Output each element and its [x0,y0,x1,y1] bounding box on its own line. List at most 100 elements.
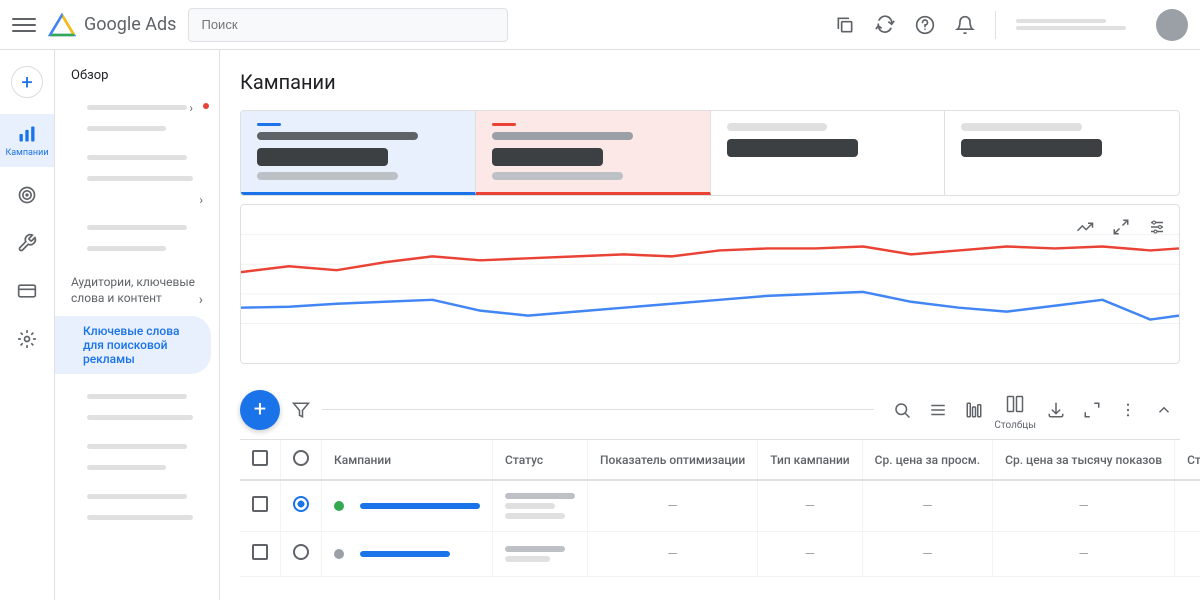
nav-divider [995,11,996,39]
chart-toolbar [1071,213,1171,241]
sidebar-item-campaigns[interactable]: Кампании [0,114,54,167]
logo-text: Google Ads [84,14,176,35]
row2-cpm-thousand-dash: — [1079,547,1089,562]
add-button[interactable]: + [240,390,280,430]
row1-status-dot [334,501,344,511]
metric-indicator-2 [492,123,516,126]
filter-icon[interactable] [292,401,310,419]
help-icon[interactable] [915,15,935,35]
metric-indicator-1 [257,123,281,126]
metric-sub-1 [257,172,398,180]
goals-icon [15,183,39,207]
row1-radio[interactable] [293,496,309,512]
bar-chart-action-button[interactable] [958,394,990,426]
chart-settings-icon[interactable] [1143,213,1171,241]
th-checkbox [240,440,281,480]
collapse-button[interactable] [1148,394,1180,426]
user-avatar[interactable] [1156,9,1188,41]
header-radio[interactable] [293,450,309,466]
logo-area: Google Ads [48,11,176,39]
row2-status-dot [334,549,344,559]
sidebar: + Кампании [0,50,55,600]
sidebar-item-settings[interactable] [0,319,54,359]
th-cpm-view[interactable]: Ср. цена за просм. [862,440,992,480]
metric-card-1[interactable] [241,111,476,195]
copy-icon[interactable] [835,15,855,35]
search-action-button[interactable] [886,394,918,426]
row1-status-cell [493,480,588,532]
metric-card-4[interactable] [945,111,1179,195]
row1-type-dash: — [805,499,815,514]
chart-expand-icon[interactable] [1107,213,1135,241]
nav-sub-item-search-keywords[interactable]: Ключевые слова для поисковой рекламы [55,316,211,374]
row1-cost-cell: — [1175,480,1200,532]
row1-status-lines [505,493,575,519]
row1-cpm-view-cell: — [862,480,992,532]
metric-label-1 [257,132,418,140]
metric-card-3[interactable] [711,111,946,195]
left-navigation: Обзор › › Аудитории, ключевые слова и ко… [55,50,220,600]
metric-value-3 [727,139,858,157]
table-section: + Столбцы [240,380,1180,577]
campaigns-label: Кампании [5,148,48,159]
nav-item-audiences-label: Аудитории, ключевые слова и контент [71,275,203,306]
th-status[interactable]: Статус [493,440,588,480]
row2-cost-cell: — [1175,532,1200,577]
th-campaign[interactable]: Кампании [322,440,493,480]
sidebar-item-add[interactable]: + [0,58,54,106]
main-content: Кампании [220,50,1200,600]
row2-radio-cell [281,532,322,577]
search-input[interactable] [188,8,508,42]
notification-icon[interactable] [955,15,975,35]
metric-value-1 [257,148,388,166]
sidebar-item-goals[interactable] [0,175,54,215]
row2-status-lines [505,546,575,562]
refresh-icon[interactable] [875,15,895,35]
columns-action-wrapper[interactable]: Столбцы [994,388,1036,431]
fullscreen-action-button[interactable] [1076,394,1108,426]
row1-type-cell: — [758,480,862,532]
metric-value-2 [492,148,603,166]
th-cpm-thousand[interactable]: Ср. цена за тысячу показов [993,440,1175,480]
header-checkbox[interactable] [252,450,268,466]
sidebar-item-tools[interactable] [0,223,54,263]
row2-optimization-dash: — [668,547,678,562]
google-ads-logo-icon [48,11,76,39]
row2-cpm-view-dash: — [922,547,932,562]
account-selector[interactable] [1016,19,1136,30]
more-action-button[interactable] [1112,394,1144,426]
search-bar[interactable] [188,8,508,42]
campaigns-icon [15,122,39,146]
hamburger-menu[interactable] [12,13,36,37]
row1-optimization-dash: — [668,499,678,514]
th-cost[interactable]: Стоимость [1175,440,1200,480]
nav-overview[interactable]: Обзор [55,58,219,93]
tools-icon [15,231,39,255]
align-action-button[interactable] [922,394,954,426]
row2-status-cell [493,532,588,577]
row1-checkbox-cell [240,480,281,532]
row2-type-dash: — [805,547,815,562]
row2-optimization-cell: — [588,532,758,577]
metric-sub-2 [492,172,623,180]
th-type[interactable]: Тип кампании [758,440,862,480]
settings-icon [15,327,39,351]
metric-card-2[interactable] [476,111,711,195]
row2-cpm-thousand-cell: — [993,532,1175,577]
th-optimization[interactable]: Показатель оптимизации [588,440,758,480]
nav-item-audiences[interactable]: Аудитории, ключевые слова и контент › [55,267,219,316]
columns-action-button[interactable] [999,388,1031,420]
th-radio [281,440,322,480]
performance-chart [241,205,1179,363]
chart-trend-icon[interactable] [1071,213,1099,241]
table-row: — — — — — [240,480,1200,532]
row1-optimization-cell: — [588,480,758,532]
row1-radio-cell [281,480,322,532]
table-actions: Столбцы [886,388,1180,431]
download-action-button[interactable] [1040,394,1072,426]
row2-radio[interactable] [293,544,309,560]
row1-checkbox[interactable] [252,496,268,512]
row1-campaign-cell [322,480,493,532]
row2-checkbox[interactable] [252,544,268,560]
sidebar-item-billing[interactable] [0,271,54,311]
